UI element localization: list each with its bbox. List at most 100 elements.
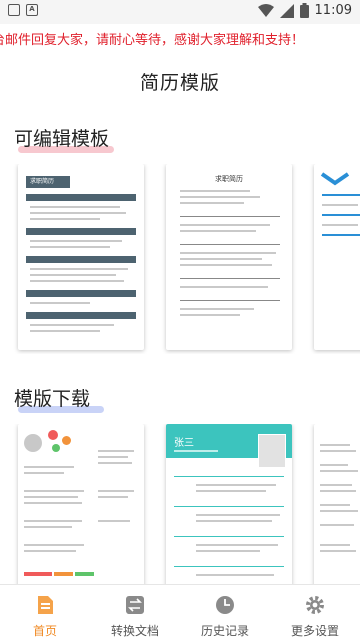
text-line xyxy=(196,574,274,576)
text-line xyxy=(24,502,82,504)
wifi-icon xyxy=(257,3,274,17)
text-line xyxy=(196,550,260,552)
text-line xyxy=(320,524,354,526)
text-line xyxy=(196,514,280,516)
text-line xyxy=(320,444,350,446)
text-line xyxy=(196,520,272,522)
editable-template-row[interactable]: 求职简历 求职简历 xyxy=(0,164,360,354)
notice-text: 台邮件回复大家，请耐心等待，感谢大家理解和支持！ xyxy=(0,33,305,48)
avatar xyxy=(24,434,42,452)
text-line xyxy=(320,544,350,546)
status-left-icons: A xyxy=(8,4,38,16)
text-line xyxy=(98,496,128,498)
a-badge-icon: A xyxy=(26,4,38,16)
status-right: 11:09 xyxy=(257,3,352,18)
text-line xyxy=(174,450,218,452)
template-title: 求职简历 xyxy=(215,175,243,183)
divider xyxy=(180,216,280,217)
text-line xyxy=(180,252,276,254)
template-title: 张三 xyxy=(174,438,194,449)
text-line xyxy=(320,464,348,466)
tab-home[interactable]: 首页 xyxy=(0,585,90,641)
text-line xyxy=(30,280,124,282)
divider xyxy=(180,300,280,301)
text-line xyxy=(180,196,260,198)
text-line xyxy=(30,246,110,248)
template-card[interactable] xyxy=(314,164,360,350)
divider xyxy=(174,506,284,507)
tab-label: 更多设置 xyxy=(290,624,339,638)
clock-icon xyxy=(216,596,234,614)
text-line xyxy=(322,224,358,226)
text-line xyxy=(320,550,356,552)
text-line xyxy=(98,456,128,458)
accent-line xyxy=(322,234,360,236)
text-line xyxy=(180,230,256,232)
section-bar xyxy=(26,194,136,201)
tab-label: 首页 xyxy=(32,624,57,638)
page-title: 简历模版 xyxy=(139,72,220,94)
template-card[interactable] xyxy=(18,424,144,610)
text-line xyxy=(30,324,114,326)
template-card[interactable]: 张三 xyxy=(166,424,292,610)
text-line xyxy=(30,274,116,276)
divider xyxy=(180,244,280,245)
divider xyxy=(174,536,284,537)
text-line xyxy=(30,330,100,332)
accent-line xyxy=(322,214,360,216)
text-line xyxy=(24,526,72,528)
text-line xyxy=(30,302,90,304)
text-line xyxy=(320,504,350,506)
text-line xyxy=(320,510,358,512)
text-line xyxy=(322,204,358,206)
photo-placeholder xyxy=(258,434,286,468)
divider xyxy=(174,566,284,567)
section-download-label: 模版下载 xyxy=(14,388,91,410)
notice-marquee: 台邮件回复大家，请耐心等待，感谢大家理解和支持！ xyxy=(0,30,360,52)
text-line xyxy=(30,212,126,214)
tab-history[interactable]: 历史记录 xyxy=(180,585,270,641)
text-line xyxy=(320,450,356,452)
decor-circle xyxy=(48,430,58,440)
chevron-accent-icon xyxy=(320,172,350,186)
status-time: 11:09 xyxy=(314,3,352,18)
template-card[interactable]: 求职简历 xyxy=(18,164,144,350)
tab-label: 转换文档 xyxy=(110,624,159,638)
template-card[interactable]: 求职简历 xyxy=(166,164,292,350)
text-line xyxy=(180,202,244,204)
text-line xyxy=(24,466,74,468)
text-line xyxy=(98,450,134,452)
text-line xyxy=(24,544,84,546)
text-line xyxy=(24,520,82,522)
text-line xyxy=(196,544,278,546)
text-line xyxy=(180,190,250,192)
tab-convert[interactable]: 转换文档 xyxy=(90,585,180,641)
gear-icon xyxy=(306,596,324,614)
text-line xyxy=(98,520,130,522)
text-line xyxy=(30,240,122,242)
template-card[interactable] xyxy=(314,424,360,610)
text-line xyxy=(30,206,120,208)
section-editable-label: 可编辑模板 xyxy=(14,128,110,150)
decor-circle xyxy=(52,444,60,452)
template-title: 求职简历 xyxy=(26,176,70,188)
text-line xyxy=(30,268,128,270)
text-line xyxy=(180,224,270,226)
divider xyxy=(180,278,280,279)
text-line xyxy=(30,218,100,220)
convert-icon xyxy=(126,596,144,614)
text-line xyxy=(180,314,240,316)
divider xyxy=(174,476,284,477)
section-bar xyxy=(26,290,136,297)
decor-circle xyxy=(62,436,71,445)
text-line xyxy=(320,484,352,486)
section-bar xyxy=(26,312,136,319)
battery-icon xyxy=(299,3,309,18)
text-line xyxy=(180,286,268,288)
section-editable-title: 可编辑模板 xyxy=(14,124,114,153)
section-download-title: 模版下载 xyxy=(14,384,104,413)
tab-settings[interactable]: 更多设置 xyxy=(270,585,360,641)
text-line xyxy=(24,472,64,474)
text-line xyxy=(196,484,276,486)
status-bar: A 11:09 xyxy=(0,0,360,24)
